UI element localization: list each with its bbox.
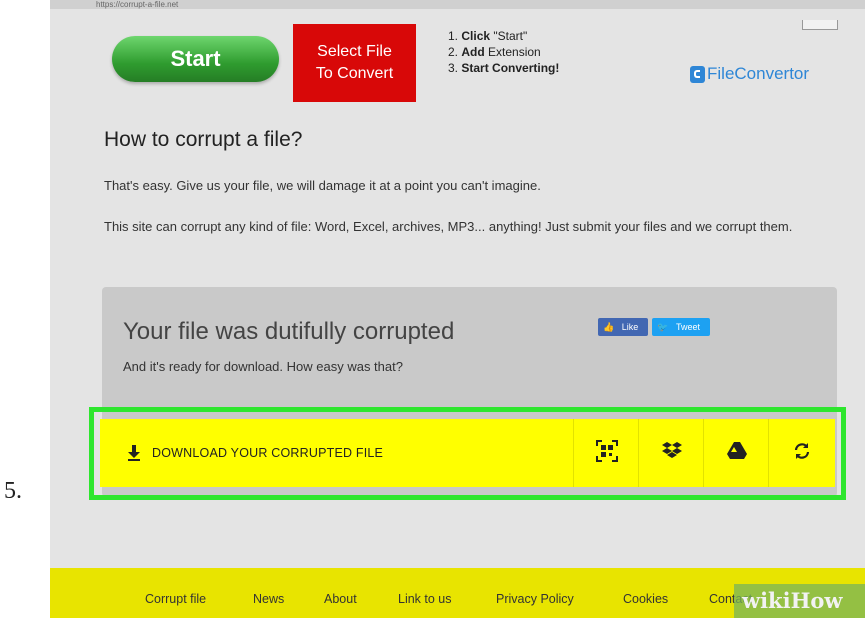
footer-link-news[interactable]: News xyxy=(253,592,284,606)
fileconvertor-logo-text: FileConvertor xyxy=(707,64,810,83)
highlight-frame xyxy=(89,407,846,500)
address-bar[interactable]: https://corrupt-a-file.net xyxy=(50,0,865,9)
steps-list: 1. Click "Start" 2. Add Extension 3. Sta… xyxy=(448,28,559,76)
footer-link-corrupt-file[interactable]: Corrupt file xyxy=(145,592,206,606)
screenshot: https://corrupt-a-file.net Start Select … xyxy=(50,0,865,618)
footer-link-about[interactable]: About xyxy=(324,592,357,606)
step-item: 1. Click "Start" xyxy=(448,29,528,43)
step-item: 2. Add Extension xyxy=(448,45,541,59)
description-paragraph: This site can corrupt any kind of file: … xyxy=(104,219,793,234)
page-heading: How to corrupt a file? xyxy=(104,128,303,151)
step-item: 3. Start Converting! xyxy=(448,61,560,75)
window-control[interactable] xyxy=(802,20,838,30)
select-file-button[interactable]: Select File To Convert xyxy=(293,24,416,102)
intro-paragraph: That's easy. Give us your file, we will … xyxy=(104,178,541,193)
step-number: 5. xyxy=(4,478,22,504)
facebook-like-button[interactable]: 👍 Like xyxy=(598,318,649,336)
wikihow-watermark: wikiHow xyxy=(734,584,865,618)
social-buttons: 👍 Like 🐦 Tweet xyxy=(598,318,710,336)
result-title: Your file was dutifully corrupted xyxy=(123,318,455,345)
footer-link-link-to-us[interactable]: Link to us xyxy=(398,592,452,606)
select-file-label-line2: To Convert xyxy=(315,65,394,82)
select-file-label-line1: Select File xyxy=(317,43,392,60)
fileconvertor-logo-icon xyxy=(690,65,705,83)
footer-link-cookies[interactable]: Cookies xyxy=(623,592,668,606)
result-subtitle: And it's ready for download. How easy wa… xyxy=(123,359,403,374)
tweet-button[interactable]: 🐦 Tweet xyxy=(652,318,710,336)
start-button[interactable]: Start xyxy=(112,36,279,82)
fileconvertor-logo[interactable]: FileConvertor xyxy=(690,64,809,84)
footer-link-privacy-policy[interactable]: Privacy Policy xyxy=(496,592,574,606)
